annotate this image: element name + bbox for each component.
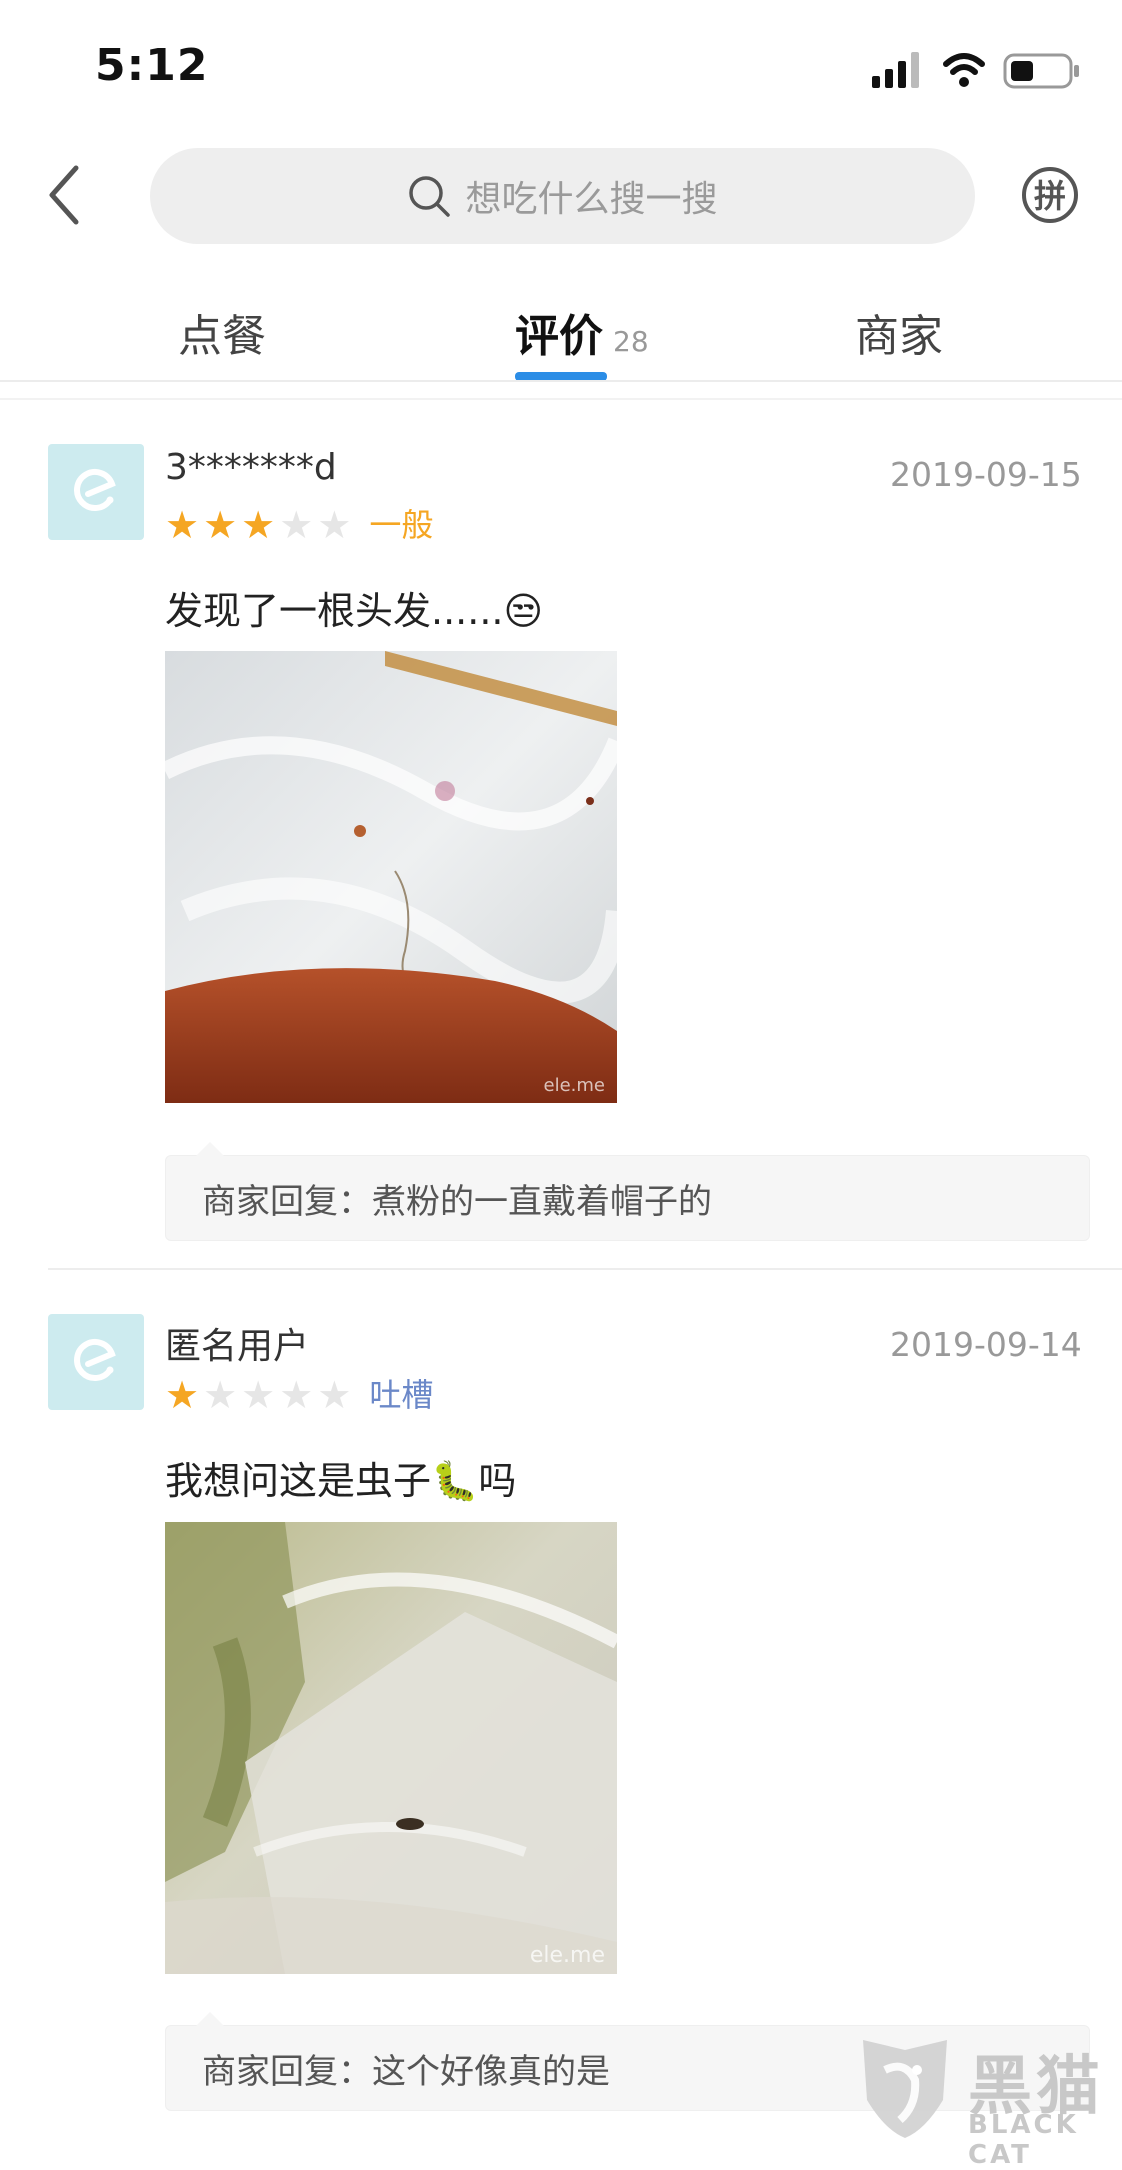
review-text-tail: 吗 — [478, 1459, 517, 1503]
unamused-emoji-icon: 😒 — [503, 589, 544, 633]
review-username: 3*******d — [165, 447, 337, 488]
star-empty-icon: ★ — [203, 1373, 238, 1417]
rating-word: 一般 — [369, 506, 434, 544]
star-filled-icon: ★ — [165, 503, 200, 547]
merchant-reply-text: 商家回复：煮粉的一直戴着帽子的 — [202, 1181, 712, 1222]
review-date: 2019-09-15 — [890, 455, 1082, 494]
list-top-divider — [0, 398, 1122, 400]
tab-reviews-count: 28 — [613, 325, 649, 358]
tab-order-label: 点餐 — [178, 311, 266, 362]
star-filled-icon: ★ — [203, 503, 238, 547]
tabs-divider — [0, 380, 1122, 382]
search-icon — [409, 176, 451, 217]
black-cat-logo-icon — [863, 2040, 947, 2138]
star-rating: ★ ★ ★ ★ ★ — [165, 1375, 351, 1415]
photo-watermark: ele.me — [544, 1075, 605, 1096]
review-text: 我想问这是虫子🐛吗 — [165, 1450, 516, 1505]
review-rating: ★ ★ ★ ★ ★ 一般 — [165, 505, 433, 545]
tab-merchant[interactable]: 商家 — [855, 300, 943, 364]
avatar[interactable] — [48, 444, 144, 540]
search-bar[interactable]: 想吃什么搜一搜 — [150, 148, 975, 244]
group-order-icon[interactable]: 拼 — [1020, 165, 1080, 225]
review-text-body: 我想问这是虫子 — [165, 1459, 432, 1503]
star-empty-icon: ★ — [279, 1373, 314, 1417]
review-text: 发现了一根头发......😒 — [165, 580, 543, 635]
merchant-reply: 商家回复：煮粉的一直戴着帽子的 — [165, 1142, 1090, 1241]
star-rating: ★ ★ ★ ★ ★ — [165, 505, 351, 545]
review-photo[interactable]: ele.me — [165, 1522, 617, 1974]
search-placeholder: 想吃什么搜一搜 — [465, 179, 718, 220]
battery-icon — [1003, 53, 1079, 89]
review-username: 匿名用户 — [165, 1326, 310, 1367]
caterpillar-emoji-icon: 🐛 — [431, 1459, 479, 1503]
rating-word: 吐槽 — [369, 1376, 434, 1414]
tab-merchant-label: 商家 — [855, 311, 943, 362]
review-photo[interactable]: ele.me — [165, 651, 617, 1103]
merchant-reply-text: 商家回复：这个好像真的是 — [202, 2051, 610, 2092]
photo-watermark: ele.me — [530, 1943, 605, 1968]
eleme-logo-icon — [74, 1339, 116, 1381]
star-empty-icon: ★ — [317, 1373, 352, 1417]
signal-icon — [872, 52, 919, 88]
star-empty-icon: ★ — [279, 503, 314, 547]
review-divider — [48, 1268, 1122, 1270]
status-time: 5:12 — [95, 40, 209, 91]
star-empty-icon: ★ — [317, 503, 352, 547]
watermark-subtitle: BLACK CAT — [968, 2110, 1079, 2170]
eleme-logo-icon — [74, 469, 116, 511]
star-filled-icon: ★ — [241, 503, 276, 547]
star-filled-icon: ★ — [165, 1373, 200, 1417]
back-arrow-icon[interactable] — [42, 160, 92, 230]
tab-reviews-label: 评价 — [515, 311, 603, 362]
review-date: 2019-09-14 — [890, 1325, 1082, 1364]
star-empty-icon: ★ — [241, 1373, 276, 1417]
svg-text:拼: 拼 — [1034, 177, 1066, 215]
wifi-icon — [943, 53, 985, 87]
avatar[interactable] — [48, 1314, 144, 1410]
review-rating: ★ ★ ★ ★ ★ 吐槽 — [165, 1375, 433, 1415]
status-icons — [872, 52, 1079, 89]
tab-reviews[interactable]: 评价 28 — [515, 300, 649, 364]
tab-order[interactable]: 点餐 — [178, 300, 266, 364]
review-text-body: 发现了一根头发...... — [165, 589, 504, 633]
